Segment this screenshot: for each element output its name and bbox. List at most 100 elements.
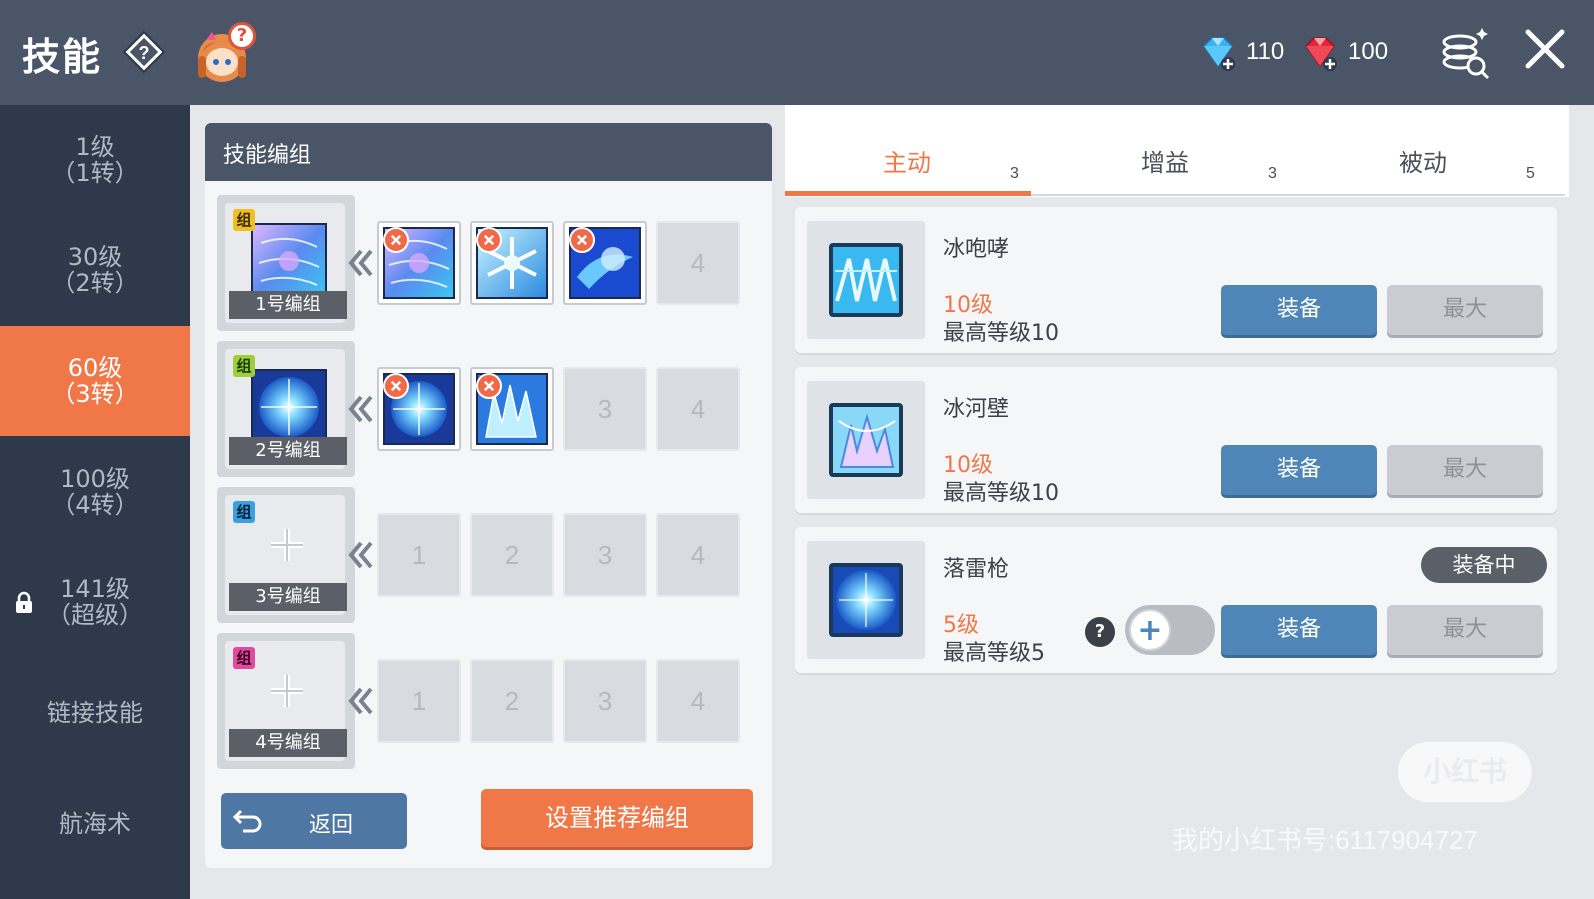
- gem-currency[interactable]: 100: [1300, 30, 1388, 74]
- empty-slot[interactable]: 1: [377, 513, 461, 597]
- skill-name: 冰河壁: [943, 397, 1010, 422]
- skill-max-level: 最高等级10: [943, 321, 1059, 346]
- svg-text:?: ?: [139, 43, 150, 63]
- tab-count: 3: [1268, 165, 1277, 182]
- gem-count: 100: [1348, 38, 1389, 65]
- skill-icon-frame: [807, 381, 925, 499]
- empty-slot[interactable]: 1: [377, 659, 461, 743]
- sidebar-item-label: 30级: [67, 243, 123, 271]
- group-label: 3号编组: [229, 583, 347, 611]
- set-recommended-group-button[interactable]: 设置推荐编组: [481, 789, 753, 847]
- group-card[interactable]: 组 2号编组: [217, 341, 355, 477]
- tab-active-indicator: [785, 191, 1031, 196]
- skill-name: 冰咆哮: [943, 237, 1010, 262]
- page-title: 技能: [22, 35, 103, 79]
- sidebar-item-sublabel: （超级）: [47, 601, 143, 629]
- close-icon[interactable]: [1522, 26, 1568, 72]
- sidebar-item-navigation[interactable]: 航海术: [0, 769, 190, 879]
- blue-diamond-icon: [1203, 37, 1235, 71]
- empty-slot[interactable]: 3: [563, 659, 647, 743]
- plus-icon: +: [1129, 609, 1171, 651]
- sidebar-item-level-1[interactable]: 1级 （1转）: [0, 105, 190, 215]
- diamond-currency[interactable]: 110: [1198, 30, 1284, 74]
- empty-slot[interactable]: 3: [563, 513, 647, 597]
- storm-skill-icon: [251, 223, 327, 299]
- empty-slot[interactable]: 3: [563, 367, 647, 451]
- help-icon[interactable]: ?: [1085, 617, 1115, 647]
- empty-slot[interactable]: 2: [470, 513, 554, 597]
- empty-slot[interactable]: 2: [470, 659, 554, 743]
- top-bar: 技能 ? ? 110 100: [0, 0, 1594, 105]
- tabs: 主动 3 增益 3 被动 5: [785, 105, 1569, 197]
- lock-icon: [16, 591, 32, 613]
- skill-max-level: 最高等级10: [943, 481, 1059, 506]
- equip-button[interactable]: 装备: [1221, 285, 1377, 335]
- skill-group-row: 组 4号编组 1 2 3 4: [217, 633, 757, 769]
- skill-slot[interactable]: [377, 221, 461, 305]
- glacier-wall-skill-icon: [829, 403, 903, 477]
- sidebar-item-level-60[interactable]: 60级 （3转）: [0, 326, 190, 436]
- watermark-logo: 小红书: [1398, 742, 1532, 802]
- add-icon: [271, 675, 303, 707]
- remove-icon[interactable]: [383, 373, 409, 399]
- skill-group-row: 组 3号编组 1 2 3 4: [217, 487, 757, 623]
- auto-skill-toggle[interactable]: +: [1125, 605, 1215, 655]
- equipped-badge: 装备中: [1421, 547, 1547, 583]
- skill-slot[interactable]: [377, 367, 461, 451]
- sidebar-item-link-skills[interactable]: 链接技能: [0, 658, 190, 768]
- chevron-left-double-icon: [348, 541, 373, 569]
- panel-title: 技能编组: [205, 123, 772, 181]
- watermark-text: 我的小红书号:6117904727: [1172, 825, 1478, 855]
- sidebar-item-sublabel: （3转）: [51, 380, 139, 408]
- skill-slot[interactable]: [470, 221, 554, 305]
- diamond-count: 110: [1246, 38, 1285, 65]
- coin-search-icon[interactable]: [1436, 26, 1492, 80]
- remove-icon[interactable]: [476, 227, 502, 253]
- skill-name: 落雷枪: [943, 557, 1010, 582]
- max-button[interactable]: 最大: [1387, 445, 1543, 495]
- empty-slot[interactable]: 4: [656, 221, 740, 305]
- orb-skill-icon: [251, 369, 327, 445]
- empty-slot[interactable]: 4: [656, 659, 740, 743]
- equip-button[interactable]: 装备: [1221, 445, 1377, 495]
- sidebar: 1级 （1转） 30级 （2转） 60级 （3转） 100级 （4转） 141级…: [0, 105, 190, 899]
- back-button[interactable]: 返回: [221, 793, 407, 849]
- sidebar-item-label: 100级: [60, 465, 130, 493]
- skill-card: 冰河壁 10级 最高等级10 装备 最大: [795, 367, 1557, 513]
- remove-icon[interactable]: [569, 227, 595, 253]
- empty-slot[interactable]: 4: [656, 367, 740, 451]
- thunder-spear-skill-icon: [829, 563, 903, 637]
- red-gem-icon: [1305, 37, 1337, 71]
- sidebar-item-label: 1级: [75, 133, 115, 161]
- sidebar-item-level-141[interactable]: 141级 （超级）: [0, 547, 190, 657]
- skill-slot[interactable]: [563, 221, 647, 305]
- skill-groups-panel: 技能编组 组 1号编组 4 组 2号编组 3 4 组 3号编组 1 2 3 4 …: [205, 123, 772, 868]
- empty-slot[interactable]: 4: [656, 513, 740, 597]
- skill-card: 落雷枪 装备中 5级 最高等级5 ? + 装备 最大: [795, 527, 1557, 673]
- chevron-left-double-icon: [348, 249, 373, 277]
- group-card[interactable]: 组 4号编组: [217, 633, 355, 769]
- help-icon[interactable]: ?: [122, 30, 166, 74]
- back-button-label: 返回: [309, 813, 354, 838]
- tab-active[interactable]: 主动: [777, 143, 1037, 178]
- max-button[interactable]: 最大: [1387, 605, 1543, 655]
- sidebar-item-level-30[interactable]: 30级 （2转）: [0, 215, 190, 325]
- sidebar-item-level-100[interactable]: 100级 （4转）: [0, 437, 190, 547]
- tab-count: 3: [1010, 165, 1019, 182]
- skill-icon-frame: [807, 541, 925, 659]
- group-card[interactable]: 组 1号编组: [217, 195, 355, 331]
- group-badge: 组: [233, 647, 255, 669]
- max-button[interactable]: 最大: [1387, 285, 1543, 335]
- tab-buff[interactable]: 增益: [1035, 143, 1295, 178]
- tab-passive[interactable]: 被动: [1293, 143, 1553, 178]
- group-card[interactable]: 组 3号编组: [217, 487, 355, 623]
- chevron-left-double-icon: [348, 687, 373, 715]
- group-badge: 组: [233, 355, 255, 377]
- remove-icon[interactable]: [383, 227, 409, 253]
- skill-slot[interactable]: [470, 367, 554, 451]
- skill-group-row: 组 2号编组 3 4: [217, 341, 757, 477]
- skill-icon-frame: [807, 221, 925, 339]
- return-arrow-icon: [233, 809, 262, 833]
- equip-button[interactable]: 装备: [1221, 605, 1377, 655]
- remove-icon[interactable]: [476, 373, 502, 399]
